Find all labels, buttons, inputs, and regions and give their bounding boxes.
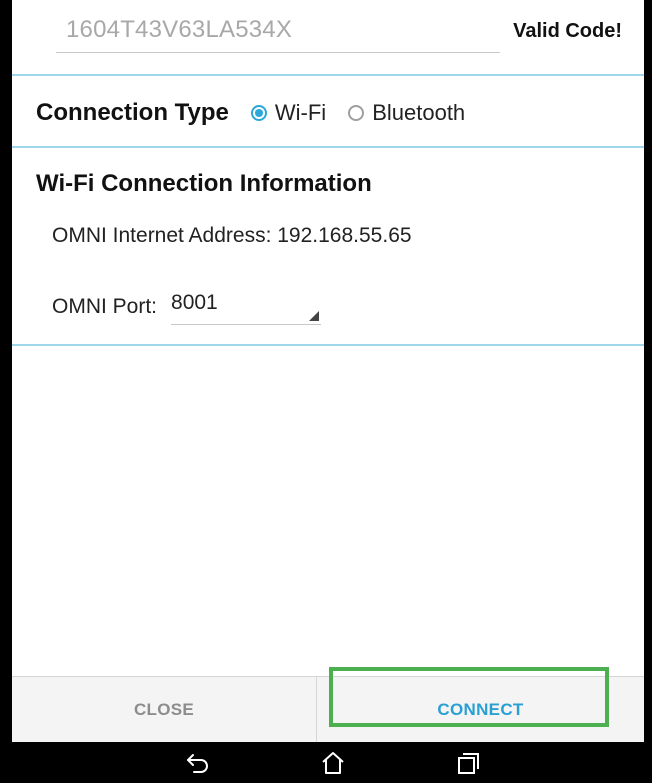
port-label: OMNI Port: bbox=[52, 295, 158, 318]
radio-wifi-label: Wi-Fi bbox=[274, 100, 327, 125]
omni-address: OMNI Internet Address: 192.168.55.65 bbox=[52, 224, 412, 247]
device-frame-left bbox=[0, 0, 12, 742]
wifi-section-title: Wi-Fi Connection Information bbox=[36, 170, 372, 197]
radio-bluetooth[interactable]: Bluetooth bbox=[348, 100, 465, 126]
dialog-screen: 1604T43V63LA534X Valid Code! Connection … bbox=[12, 0, 644, 743]
radio-wifi[interactable]: Wi-Fi bbox=[250, 100, 327, 126]
close-button[interactable]: CLOSE bbox=[12, 677, 317, 743]
connection-type-label: Connection Type bbox=[36, 99, 229, 126]
radio-checked-icon[interactable] bbox=[250, 105, 267, 121]
code-input[interactable]: 1604T43V63LA534X bbox=[56, 8, 500, 53]
port-row: OMNI Port: 8001 bbox=[52, 289, 322, 325]
connect-button[interactable]: CONNECT bbox=[317, 677, 644, 743]
code-row: 1604T43V63LA534X Valid Code! bbox=[12, 0, 644, 76]
home-icon[interactable] bbox=[303, 742, 363, 783]
button-bar: CLOSE CONNECT bbox=[12, 676, 644, 743]
nav-bar bbox=[0, 742, 652, 783]
validation-status: Valid Code! bbox=[513, 20, 622, 42]
connection-type-row: Connection Type Wi-Fi Bluetooth bbox=[36, 97, 487, 129]
radio-unchecked-icon[interactable] bbox=[348, 105, 365, 121]
recent-apps-icon[interactable] bbox=[438, 742, 498, 783]
device-frame-right bbox=[644, 0, 652, 742]
divider bbox=[12, 74, 644, 76]
port-value: 8001 bbox=[171, 291, 218, 314]
radio-bluetooth-label: Bluetooth bbox=[372, 100, 466, 125]
divider bbox=[12, 344, 644, 346]
divider bbox=[12, 146, 644, 148]
dropdown-arrow-icon bbox=[309, 311, 320, 321]
port-select[interactable]: 8001 bbox=[171, 289, 322, 325]
back-arrow-icon[interactable] bbox=[168, 742, 228, 783]
